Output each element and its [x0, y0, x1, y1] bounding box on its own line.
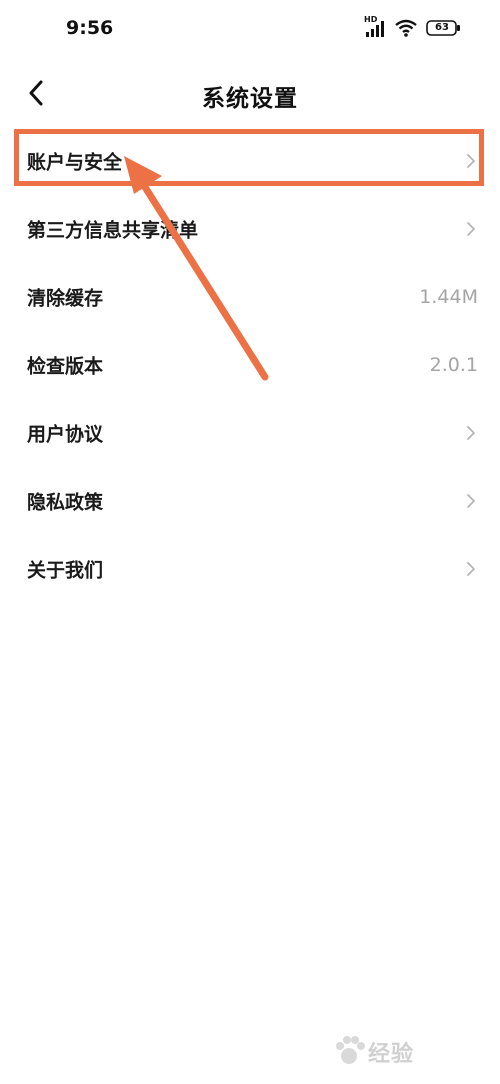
battery-icon: 63	[426, 19, 462, 37]
status-time: 9:56	[66, 17, 114, 39]
chevron-right-icon	[467, 426, 475, 440]
settings-item-third-party-sharing[interactable]: 第三方信息共享清单	[0, 195, 500, 263]
settings-item-account-security[interactable]: 账户与安全	[0, 127, 500, 195]
signal-icon: HD	[364, 15, 386, 39]
settings-item-user-agreement[interactable]: 用户协议	[0, 399, 500, 467]
chevron-right-icon	[467, 562, 475, 576]
item-label: 检查版本	[27, 355, 104, 378]
settings-list: 账户与安全 第三方信息共享清单 清除缓存 1.44M 检查版本 2.0.1 用户…	[0, 127, 500, 603]
chevron-right-icon	[467, 222, 475, 236]
chevron-right-icon	[467, 494, 475, 508]
settings-item-check-version[interactable]: 检查版本 2.0.1	[0, 331, 500, 399]
nav-bar: 系统设置	[0, 65, 500, 121]
version-value: 2.0.1	[429, 354, 478, 376]
item-label: 关于我们	[27, 559, 104, 582]
cache-size-value: 1.44M	[419, 286, 478, 308]
wifi-icon	[394, 18, 418, 38]
paw-logo-icon	[336, 1036, 365, 1064]
status-icons: HD 63	[364, 15, 474, 41]
watermark-text: 经验	[368, 1042, 415, 1067]
item-label: 账户与安全	[27, 151, 123, 174]
settings-item-privacy-policy[interactable]: 隐私政策	[0, 467, 500, 535]
item-label: 隐私政策	[27, 491, 104, 514]
item-label: 用户协议	[27, 423, 104, 446]
chevron-right-icon	[467, 154, 475, 168]
item-label: 第三方信息共享清单	[27, 219, 199, 242]
battery-level: 63	[435, 22, 449, 33]
item-label: 清除缓存	[27, 287, 104, 310]
settings-item-about-us[interactable]: 关于我们	[0, 535, 500, 603]
watermark: 经验	[332, 1032, 482, 1072]
settings-item-clear-cache[interactable]: 清除缓存 1.44M	[0, 263, 500, 331]
page-title: 系统设置	[202, 86, 298, 112]
status-bar: 9:56 HD 63	[0, 0, 500, 60]
